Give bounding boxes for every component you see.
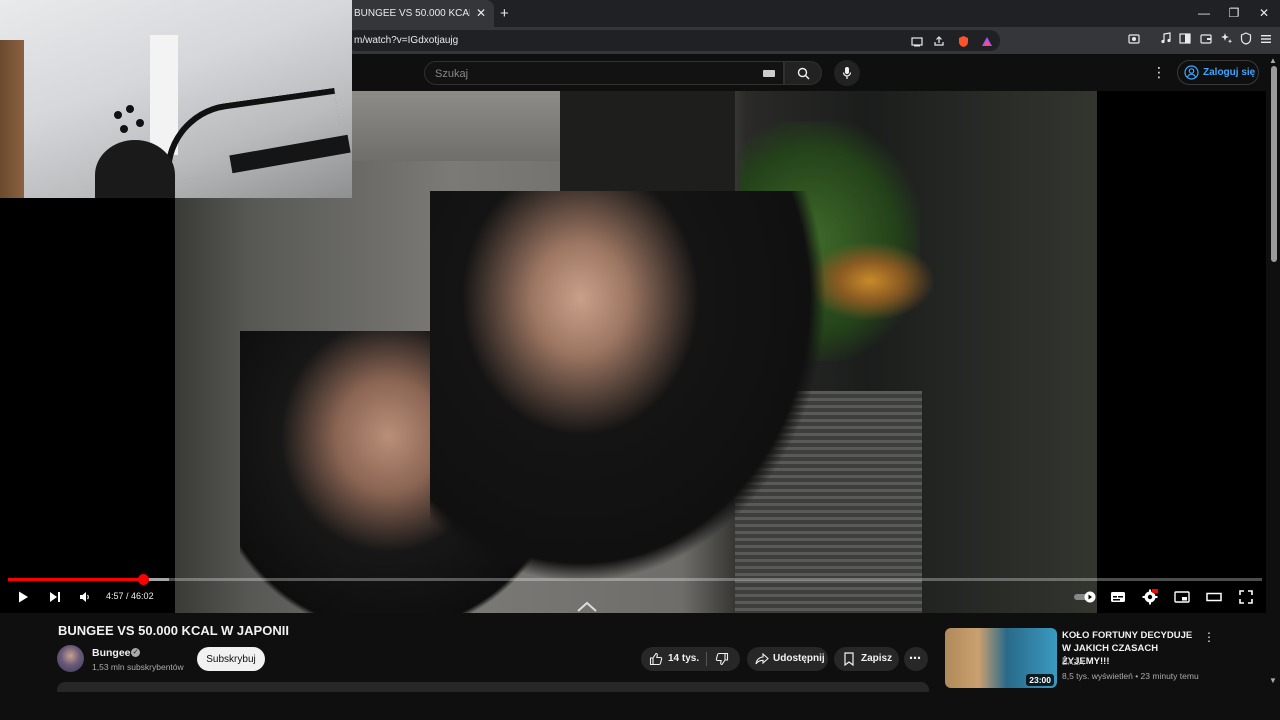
chevron-up-icon[interactable]: [576, 599, 598, 613]
restore-button[interactable]: ❐: [1224, 6, 1244, 20]
like-dislike-group: 14 tys.: [641, 647, 740, 671]
tab-title: BUNGEE VS 50.000 KCAL W JAPONII: [354, 8, 470, 19]
music-icon[interactable]: [1157, 32, 1175, 47]
recommended-channel[interactable]: BAZA: [1062, 657, 1084, 667]
share-label: Udostępnij: [773, 653, 825, 664]
recommended-meta: 8,5 tys. wyświetleń • 23 minuty temu: [1062, 671, 1199, 681]
subtitles-button[interactable]: [1107, 587, 1129, 607]
dislike-button[interactable]: [707, 647, 740, 671]
brave-rewards-icon[interactable]: [978, 35, 996, 50]
more-options-icon[interactable]: ⋮: [1152, 64, 1166, 81]
like-count: 14 tys.: [668, 653, 700, 664]
autoplay-toggle-icon: [1074, 591, 1096, 603]
thumbnail-duration: 23:00: [1026, 674, 1054, 686]
search-box[interactable]: [424, 61, 784, 85]
minimize-button[interactable]: —: [1194, 6, 1214, 20]
channel-name[interactable]: Bungee: [92, 647, 131, 659]
microphone-icon: [842, 67, 852, 79]
webcam-overlay: [0, 0, 352, 198]
ceiling-lamp-icon: [114, 105, 144, 133]
more-actions-button[interactable]: ⋯: [904, 647, 928, 671]
settings-button[interactable]: [1139, 587, 1161, 607]
miniplayer-icon: [1174, 591, 1190, 603]
tab-close-icon[interactable]: ✕: [476, 6, 486, 20]
play-button[interactable]: [12, 587, 34, 607]
subscriber-count: 1,53 mln subskrybentów: [92, 662, 184, 672]
theater-mode-icon: [1206, 592, 1222, 602]
subscribe-button[interactable]: Subskrybuj: [197, 647, 265, 671]
recommended-thumbnail[interactable]: 23:00: [945, 628, 1057, 688]
video-person-right: [430, 191, 860, 613]
autoplay-toggle[interactable]: [1072, 587, 1098, 607]
bookmark-icon: [844, 652, 854, 666]
time-display: 4:57 / 46:02: [106, 591, 154, 601]
browser-tab[interactable]: BUNGEE VS 50.000 KCAL W JAPONII ✕: [346, 0, 494, 27]
address-bar[interactable]: m/watch?v=IGdxotjaujg: [346, 30, 1000, 51]
close-window-button[interactable]: ✕: [1254, 6, 1274, 20]
subtitles-icon: [1111, 592, 1125, 602]
search-input[interactable]: [435, 66, 755, 82]
search-icon: [797, 67, 810, 80]
fullscreen-icon: [1239, 590, 1253, 604]
next-button[interactable]: [44, 587, 66, 607]
cast-icon[interactable]: [908, 35, 926, 50]
thumbs-up-icon: [649, 652, 663, 666]
more-actions-icon: ⋯: [909, 651, 921, 665]
progress-scrubber[interactable]: [137, 574, 149, 585]
channel-avatar[interactable]: [57, 645, 84, 672]
signin-button[interactable]: Zaloguj się: [1177, 60, 1259, 85]
menu-icon[interactable]: [1257, 32, 1275, 47]
progress-played: [8, 578, 143, 581]
recommended-more-icon[interactable]: ⋮: [1203, 630, 1215, 644]
miniplayer-button[interactable]: [1171, 587, 1193, 607]
webcam-shelf: [0, 40, 24, 198]
leo-ai-icon[interactable]: [1217, 32, 1235, 48]
share-button[interactable]: Udostępnij: [747, 647, 828, 671]
wallet-icon[interactable]: [1197, 32, 1215, 47]
share-arrow-icon: [755, 652, 769, 665]
save-label: Zapisz: [861, 653, 893, 664]
share-icon[interactable]: [930, 35, 948, 50]
brave-shield-icon[interactable]: [954, 35, 972, 51]
volume-icon: [80, 592, 89, 602]
duration: 46:02: [131, 591, 154, 601]
keyboard-icon[interactable]: [763, 70, 775, 77]
progress-bar[interactable]: [8, 574, 1262, 585]
fullscreen-button[interactable]: [1235, 587, 1257, 607]
save-button[interactable]: Zapisz: [834, 647, 899, 671]
thumbs-down-icon: [715, 652, 729, 666]
like-button[interactable]: 14 tys.: [641, 647, 706, 671]
new-tab-button[interactable]: +: [500, 5, 509, 22]
current-time: 4:57: [106, 591, 124, 601]
vpn-icon[interactable]: [1237, 32, 1255, 48]
scroll-up-icon[interactable]: ▲: [1269, 56, 1277, 65]
mute-button[interactable]: [74, 587, 96, 607]
sidebar-icon[interactable]: [1176, 32, 1194, 47]
scroll-down-icon[interactable]: ▼: [1269, 676, 1277, 685]
screenshot-icon[interactable]: [1125, 32, 1143, 47]
play-icon: [19, 591, 28, 603]
verified-icon: ✓: [131, 648, 140, 657]
page-scrollbar[interactable]: [1271, 66, 1277, 262]
skip-next-icon: [50, 592, 60, 602]
search-button[interactable]: [784, 61, 822, 85]
signin-label: Zaloguj się: [1203, 67, 1256, 78]
theater-mode-button[interactable]: [1203, 587, 1225, 607]
description-box[interactable]: [57, 682, 929, 692]
voice-search-button[interactable]: [834, 60, 860, 86]
gear-icon: [1142, 589, 1158, 605]
account-icon: [1184, 65, 1199, 80]
url-text[interactable]: m/watch?v=IGdxotjaujg: [354, 35, 458, 46]
video-title: BUNGEE VS 50.000 KCAL W JAPONII: [58, 623, 289, 638]
